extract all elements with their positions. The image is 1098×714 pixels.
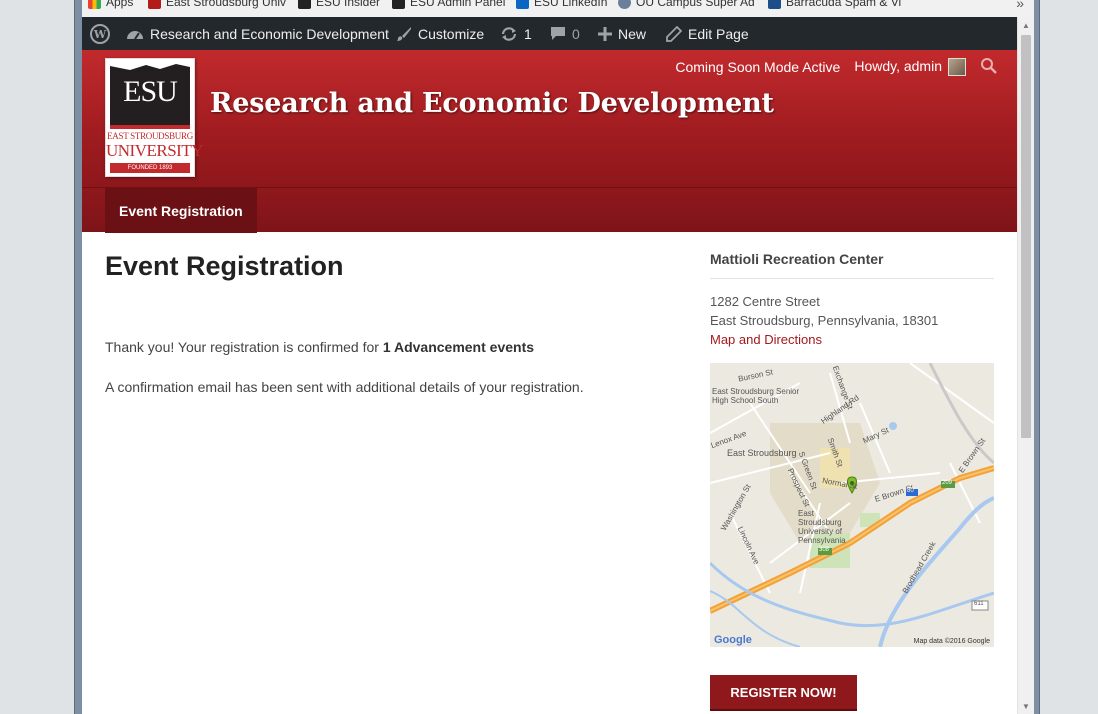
admin-bar-customize[interactable]: Customize bbox=[396, 17, 484, 50]
admin-bar-updates[interactable]: 1 bbox=[500, 17, 532, 50]
scroll-thumb[interactable] bbox=[1021, 35, 1031, 438]
bookmark-label: ESU Insider bbox=[316, 0, 381, 9]
esu-favicon-icon bbox=[148, 0, 161, 9]
bookmarks-overflow-button[interactable]: » bbox=[1016, 0, 1024, 11]
logo-line-university: UNIVERSITY bbox=[106, 141, 204, 160]
bookmark-label: OU Campus Super Ad bbox=[636, 0, 755, 9]
admin-bar-new[interactable]: New bbox=[598, 17, 646, 50]
howdy-admin-link[interactable]: Howdy, admin bbox=[854, 57, 966, 77]
howdy-label: Howdy, admin bbox=[854, 57, 942, 74]
admin-bar-site-name[interactable]: Research and Economic Development bbox=[126, 17, 389, 50]
map-route-611: 611 bbox=[974, 601, 984, 607]
email-notice: A confirmation email has been sent with … bbox=[105, 379, 584, 395]
ou-campus-icon bbox=[618, 0, 631, 9]
edit-page-label: Edit Page bbox=[688, 25, 749, 42]
bookmark-ou-campus[interactable]: OU Campus Super Ad bbox=[618, 0, 755, 9]
logo-red-bar bbox=[110, 125, 190, 129]
register-now-button[interactable]: REGISTER NOW! bbox=[710, 675, 857, 709]
avatar bbox=[948, 58, 966, 77]
admin-bar-edit-page[interactable]: Edit Page bbox=[666, 17, 749, 50]
wordpress-icon: W bbox=[90, 23, 110, 44]
nav-item-event-registration[interactable]: Event Registration bbox=[105, 188, 257, 233]
wordpress-favicon-icon bbox=[392, 0, 405, 9]
venue-map[interactable]: East Stroudsburg Senior High School Sout… bbox=[710, 363, 994, 647]
comment-bubble-icon bbox=[550, 26, 566, 41]
vertical-scrollbar[interactable]: ▲ ▼ bbox=[1017, 17, 1034, 714]
logo-letters: ESU bbox=[123, 75, 178, 108]
bookmark-label: ESU LinkedIn bbox=[534, 0, 608, 9]
address-street: 1282 Centre Street bbox=[710, 294, 820, 309]
bookmarks-bar: Apps East Stroudsburg Univ ESU Insider E… bbox=[82, 0, 1034, 17]
confirmation-prefix: Thank you! Your registration is confirme… bbox=[105, 339, 383, 355]
pencil-icon bbox=[666, 25, 682, 42]
map-directions-link[interactable]: Map and Directions bbox=[710, 330, 994, 349]
bookmark-label: ESU Admin Panel bbox=[410, 0, 506, 9]
map-label-town: East Stroudsburg bbox=[727, 448, 797, 458]
header-links: Coming Soon Mode Active Howdy, admin bbox=[675, 56, 997, 78]
scroll-down-arrow-icon[interactable]: ▼ bbox=[1018, 698, 1034, 714]
venue-name: Mattioli Recreation Center bbox=[710, 251, 994, 279]
map-label-school: East Stroudsburg Senior High School Sout… bbox=[712, 387, 800, 405]
updates-count: 1 bbox=[524, 25, 532, 42]
venue-address: 1282 Centre Street East Stroudsburg, Pen… bbox=[710, 292, 994, 349]
page-viewport: W Research and Economic Development Cust… bbox=[82, 17, 1034, 714]
map-route-209: 209 bbox=[942, 480, 953, 486]
google-logo: Google bbox=[714, 634, 752, 646]
bookmark-label: East Stroudsburg Univ bbox=[166, 0, 287, 9]
dashboard-gauge-icon bbox=[126, 26, 144, 42]
logo-founded: FOUNDED 1893 bbox=[110, 163, 190, 173]
svg-text:W: W bbox=[93, 28, 107, 41]
wordpress-favicon-icon bbox=[298, 0, 311, 9]
site-title[interactable]: Research and Economic Development bbox=[210, 88, 774, 119]
wordpress-logo-button[interactable]: W bbox=[90, 17, 110, 50]
bookmark-esu-insider[interactable]: ESU Insider bbox=[298, 0, 380, 9]
refresh-icon bbox=[500, 26, 518, 42]
apps-grid-icon bbox=[88, 0, 101, 9]
comments-count: 0 bbox=[572, 25, 580, 42]
logo-line-east-stroudsburg: EAST STROUDSBURG bbox=[107, 131, 193, 141]
main-nav: Event Registration bbox=[82, 187, 1017, 233]
confirmation-message: Thank you! Your registration is confirme… bbox=[105, 339, 534, 355]
venue-sidebar: Mattioli Recreation Center 1282 Centre S… bbox=[710, 251, 994, 647]
bookmark-esu-admin-panel[interactable]: ESU Admin Panel bbox=[392, 0, 505, 9]
bookmark-label: Apps bbox=[106, 0, 134, 9]
map-attribution: Map data ©2016 Google bbox=[913, 638, 990, 645]
site-header: ESU EAST STROUDSBURG UNIVERSITY FOUNDED … bbox=[82, 50, 1017, 187]
search-icon[interactable] bbox=[980, 57, 997, 77]
map-label-university: East Stroudsburg University of Pennsylva… bbox=[798, 509, 846, 545]
bookmark-barracuda[interactable]: Barracuda Spam & Vi bbox=[768, 0, 901, 9]
confirmation-event-count: 1 Advancement events bbox=[382, 339, 535, 355]
paintbrush-icon bbox=[396, 26, 412, 42]
plus-icon bbox=[598, 26, 612, 41]
page-title: Event Registration bbox=[105, 251, 344, 281]
map-route-80: 80 bbox=[907, 488, 914, 494]
site-name-label: Research and Economic Development bbox=[150, 25, 389, 42]
bookmark-esu-university[interactable]: East Stroudsburg Univ bbox=[148, 0, 286, 9]
customize-label: Customize bbox=[418, 25, 485, 42]
barracuda-icon bbox=[768, 0, 781, 9]
scroll-up-arrow-icon[interactable]: ▲ bbox=[1018, 17, 1034, 33]
new-label: New bbox=[618, 25, 647, 42]
bookmark-esu-linkedin[interactable]: ESU LinkedIn bbox=[516, 0, 607, 9]
map-route-308: 308 bbox=[819, 547, 830, 553]
esu-logo[interactable]: ESU EAST STROUDSBURG UNIVERSITY FOUNDED … bbox=[105, 58, 204, 177]
bookmark-apps[interactable]: Apps bbox=[88, 0, 133, 9]
linkedin-icon bbox=[516, 0, 529, 9]
address-city: East Stroudsburg, Pennsylvania, 18301 bbox=[710, 313, 939, 328]
wp-admin-bar: W Research and Economic Development Cust… bbox=[82, 17, 1017, 50]
bookmark-label: Barracuda Spam & Vi bbox=[786, 0, 902, 9]
coming-soon-link[interactable]: Coming Soon Mode Active bbox=[675, 59, 840, 75]
logo-mountain-block: ESU bbox=[110, 63, 190, 125]
admin-bar-comments[interactable]: 0 bbox=[550, 17, 580, 50]
